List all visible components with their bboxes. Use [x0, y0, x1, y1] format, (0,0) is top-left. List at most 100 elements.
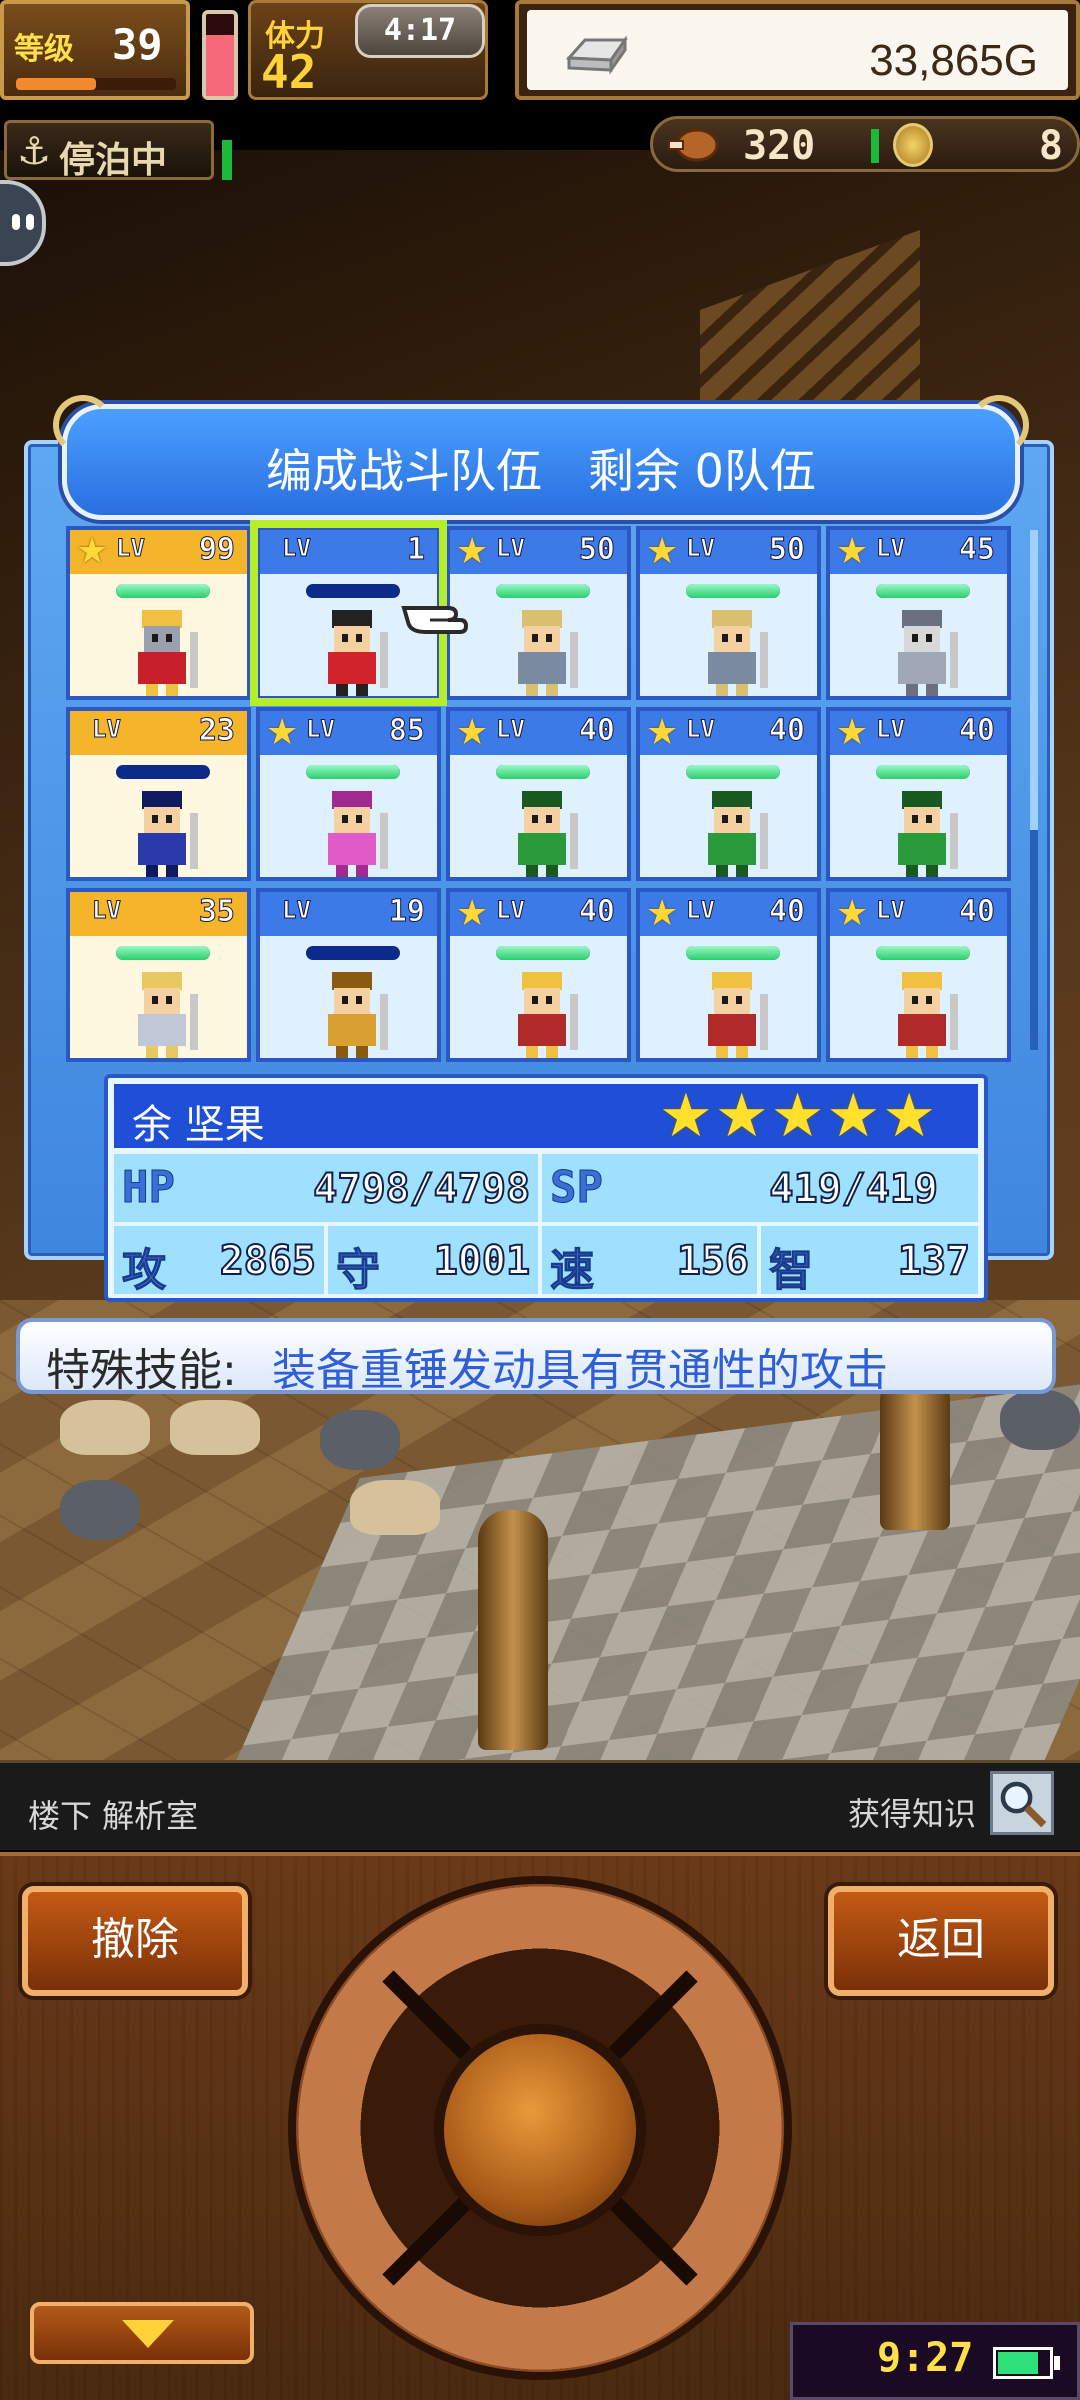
character-level: 35: [198, 894, 235, 930]
triangle-down-icon: [122, 2320, 174, 2348]
character-level: 40: [958, 713, 995, 749]
hp-bar-fill: [116, 584, 210, 598]
pirate-captain-sprite: [328, 610, 388, 696]
gold-warrior-sprite: [328, 972, 388, 1058]
roster-slot[interactable]: ★ LV 40: [826, 707, 1011, 881]
hp-bar: [496, 946, 590, 960]
star-icon: ★: [836, 712, 869, 753]
current-location: 楼下 解析室: [28, 1797, 199, 1835]
character-roster-grid: ★ LV 99 LV 1 ★ LV 50 ★ LV 50 ★ LV 45 LV 23 ★ LV 85 ★ LV 40 ★ LV…: [66, 520, 1014, 1062]
medal-amount: 8: [1038, 123, 1063, 169]
speed-value: 156: [676, 1237, 750, 1285]
speed-label: 速: [550, 1245, 595, 1297]
roster-slot[interactable]: ★ LV 40: [826, 888, 1011, 1062]
character-level: 1: [406, 532, 425, 568]
intelligence-stat: 智 137: [761, 1226, 978, 1297]
star-icon: ★: [836, 893, 869, 934]
sp-value: 419/419: [768, 1165, 939, 1213]
lv-label: LV: [116, 534, 146, 563]
hp-bar: [876, 946, 970, 960]
lv-label: LV: [686, 534, 716, 563]
lv-label: LV: [876, 534, 906, 563]
hp-bar: [116, 584, 210, 598]
stamina-value: 42: [261, 45, 317, 99]
dock-status-indicator: [222, 140, 232, 180]
roster-slot[interactable]: ★ LV 85: [256, 707, 441, 881]
hp-bar-fill: [306, 765, 400, 779]
stamina-gauge-fill: [206, 34, 234, 96]
ninja-sprite: [138, 791, 198, 877]
roster-slot[interactable]: LV 35: [66, 888, 251, 1062]
viking-sprite: [518, 610, 578, 696]
green-pirate-sprite: [518, 791, 578, 877]
character-level: 50: [578, 532, 615, 568]
sp-label: SP: [550, 1162, 604, 1214]
hp-bar: [306, 946, 400, 960]
star-icon: ★: [456, 531, 489, 572]
anchor-icon: ⚓: [17, 129, 52, 173]
roster-slot[interactable]: ★ LV 40: [636, 707, 821, 881]
cargo-sack: [170, 1400, 260, 1455]
roster-slot[interactable]: ★ LV 50: [636, 526, 821, 700]
gold-box: 33,865G: [515, 0, 1080, 100]
roster-slot[interactable]: ★ LV 45: [826, 526, 1011, 700]
roster-slot[interactable]: LV 23: [66, 707, 251, 881]
character-level: 99: [198, 532, 235, 568]
lv-label: LV: [282, 534, 312, 563]
ore-pile: [1000, 1390, 1080, 1450]
hp-bar-fill: [496, 765, 590, 779]
roster-scrollbar[interactable]: [1030, 530, 1038, 1050]
roster-slot[interactable]: LV 19: [256, 888, 441, 1062]
roster-slot[interactable]: ★ LV 40: [446, 707, 631, 881]
red-pirate-sprite: [708, 972, 768, 1058]
defense-label: 守: [336, 1245, 381, 1297]
character-level: 45: [958, 532, 995, 568]
food-amount: 320: [743, 123, 816, 169]
star-icon: ★: [836, 531, 869, 572]
lv-label: LV: [496, 896, 526, 925]
hp-bar: [496, 765, 590, 779]
pink-ninja-sprite: [328, 791, 388, 877]
corner-ornament: [53, 395, 113, 455]
game-time: 9:27: [877, 2335, 974, 2381]
green-pirate-sprite: [708, 791, 768, 877]
hp-label: HP: [122, 1162, 176, 1214]
hp-stat: HP 4798/4798: [114, 1154, 539, 1222]
remove-button[interactable]: 撤除: [22, 1886, 248, 1996]
back-button[interactable]: 返回: [828, 1886, 1054, 1996]
red-pirate-sprite: [898, 972, 958, 1058]
hp-bar-fill: [686, 946, 780, 960]
confirm-button[interactable]: [434, 2024, 646, 2236]
cargo-sack: [350, 1480, 440, 1535]
lv-label: LV: [686, 896, 716, 925]
attack-stat: 攻 2865: [114, 1226, 325, 1297]
lv-label: LV: [686, 715, 716, 744]
intelligence-label: 智: [769, 1245, 814, 1297]
hp-bar: [116, 765, 210, 779]
hp-bar-fill: [686, 765, 780, 779]
attack-label: 攻: [122, 1245, 167, 1297]
sp-stat: SP 419/419: [542, 1154, 978, 1222]
roster-slot[interactable]: ★ LV 99: [66, 526, 251, 700]
hp-bar: [686, 584, 780, 598]
hp-bar-fill: [686, 584, 780, 598]
hp-bar-fill: [496, 946, 590, 960]
ore-pile: [320, 1410, 400, 1470]
hp-bar-fill: [876, 765, 970, 779]
lv-label: LV: [282, 896, 312, 925]
in-game-clock: 4:17: [355, 4, 485, 58]
menu-toggle-button[interactable]: [30, 2302, 254, 2364]
dock-status-badge: ⚓ 停泊中: [4, 120, 214, 181]
green-pirate-sprite: [898, 791, 958, 877]
magnifier-icon[interactable]: [990, 1771, 1054, 1835]
lv-label: LV: [496, 715, 526, 744]
meat-icon: [668, 128, 719, 162]
gold-amount: 33,865G: [869, 36, 1038, 85]
player-level-box: 等级 39: [0, 0, 190, 100]
character-level: 40: [768, 894, 805, 930]
roster-slot[interactable]: ★ LV 40: [446, 888, 631, 1062]
roster-slot[interactable]: ★ LV 40: [636, 888, 821, 1062]
character-level: 19: [388, 894, 425, 930]
resources-box: 320 8: [650, 116, 1080, 172]
stamina-gauge: [202, 10, 238, 100]
